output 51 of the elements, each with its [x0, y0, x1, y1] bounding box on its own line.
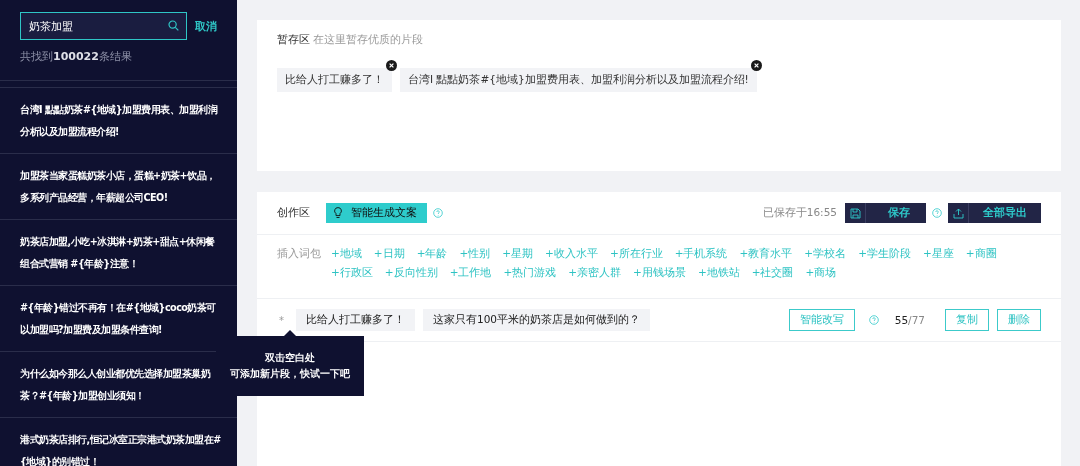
- generate-button[interactable]: 智能生成文案: [326, 203, 427, 223]
- export-button[interactable]: 全部导出: [948, 203, 1041, 223]
- word-pack-link[interactable]: +日期: [373, 247, 405, 261]
- upload-icon: [952, 207, 964, 219]
- creation-title: 创作区: [277, 206, 310, 220]
- word-pack-link[interactable]: +地域: [331, 247, 362, 261]
- character-limit: /77: [908, 314, 925, 326]
- search-result-item[interactable]: 台湾I 點點奶茶#{地域}加盟费用表、加盟利润分析以及加盟流程介绍!: [0, 88, 237, 154]
- word-pack-link[interactable]: +学校名: [804, 247, 847, 261]
- staging-title: 暂存区: [277, 33, 310, 45]
- search-field[interactable]: 奶茶加盟: [20, 12, 187, 40]
- result-count: 共找到100022条结果: [20, 49, 133, 64]
- delete-button[interactable]: 删除: [997, 309, 1041, 331]
- search-result-item[interactable]: 港式奶茶店排行,恒记冰室正宗港式奶茶加盟在#{地域}的别错过！: [0, 418, 237, 466]
- word-pack-link[interactable]: +亲密人群: [568, 266, 622, 280]
- word-pack-link[interactable]: +反向性别: [384, 266, 438, 280]
- word-pack-link[interactable]: +手机系统: [674, 247, 728, 261]
- word-pack-link[interactable]: +热门游戏: [503, 266, 557, 280]
- lightbulb-icon: [334, 207, 342, 219]
- word-pack-link[interactable]: +地铁站: [697, 266, 740, 280]
- copy-button[interactable]: 复制: [945, 309, 989, 331]
- save-button[interactable]: 保存: [845, 203, 926, 223]
- close-icon[interactable]: [750, 60, 762, 71]
- word-pack-link[interactable]: +星座: [922, 247, 954, 261]
- character-count: 55: [894, 314, 909, 326]
- rewrite-button[interactable]: 智能改写: [788, 309, 855, 331]
- segment-part[interactable]: 比给人打工赚多了！: [296, 309, 415, 331]
- word-pack-link[interactable]: +性别: [459, 247, 491, 261]
- word-pack-link[interactable]: +社交圈: [751, 266, 794, 280]
- search-icon[interactable]: [168, 20, 179, 31]
- saved-time: 已保存于16:55: [762, 206, 837, 220]
- close-icon[interactable]: [386, 60, 397, 71]
- word-pack-link[interactable]: +年龄: [416, 247, 448, 261]
- word-pack-link[interactable]: +收入水平: [545, 247, 598, 261]
- search-result-item[interactable]: 奶茶店加盟,小吃+冰淇淋+奶茶+甜点+休闲餐组合式营销 #{年龄}注意！: [0, 220, 237, 286]
- word-pack-link[interactable]: +星期: [502, 247, 534, 261]
- word-pack-link[interactable]: +商圈: [965, 247, 997, 261]
- insert-label: 插入词包: [277, 247, 321, 261]
- segment-part[interactable]: 这家只有100平米的奶茶店是如何做到的？: [423, 309, 651, 331]
- word-pack-link[interactable]: +用钱场景: [633, 266, 686, 280]
- word-pack-link[interactable]: +行政区: [331, 266, 373, 280]
- word-pack-link[interactable]: +教育水平: [739, 247, 793, 261]
- cancel-button[interactable]: 取消: [195, 18, 217, 34]
- staging-hint: 在这里暂存优质的片段: [313, 33, 423, 45]
- word-pack-link[interactable]: +所在行业: [609, 247, 663, 261]
- search-result-item[interactable]: 加盟茶当家蛋糕奶茶小店，蛋糕+奶茶+饮品，多系列产品经营，年薪超公司CEO!: [0, 154, 237, 220]
- word-pack-link[interactable]: +学生阶段: [858, 247, 911, 261]
- segment-marker: *: [279, 314, 284, 326]
- word-pack-link[interactable]: +商场: [805, 266, 837, 280]
- tooltip-text: 双击空白处: [265, 351, 315, 365]
- word-pack-link[interactable]: +工作地: [449, 266, 492, 280]
